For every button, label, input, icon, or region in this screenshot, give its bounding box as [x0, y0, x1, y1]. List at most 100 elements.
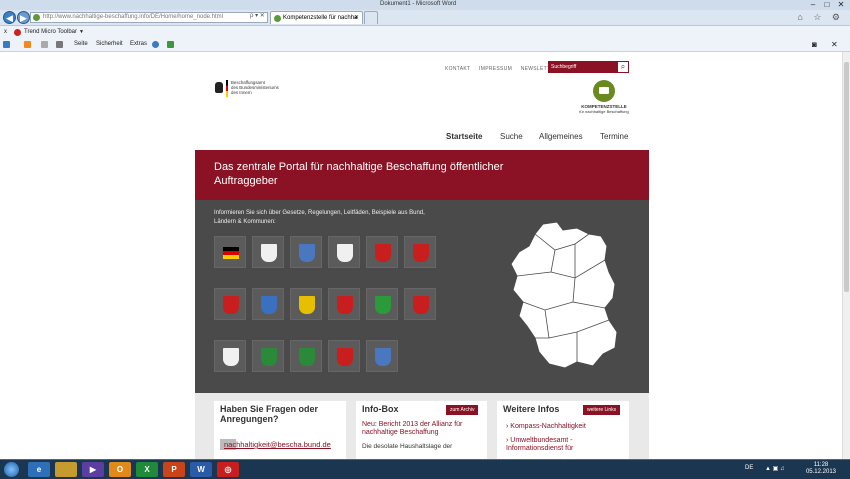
- state-crest-icon[interactable]: [328, 340, 360, 372]
- email-link[interactable]: nachhaltigkeit@bescha.bund.de: [224, 440, 331, 449]
- coat-of-arms-icon: [299, 244, 315, 262]
- state-crest-icon[interactable]: [366, 236, 398, 268]
- taskbar-trendmicro-icon[interactable]: ◎: [217, 462, 239, 477]
- help-icon[interactable]: [152, 41, 159, 48]
- windows-taskbar: e ▶ O X P W ◎ DE ▲ ▣ ♫ 11:28 05.12.2013: [0, 459, 850, 479]
- toolbar-close-right-icon[interactable]: ✕: [831, 38, 838, 51]
- back-button[interactable]: ◀: [3, 11, 16, 24]
- taskbar-excel-icon[interactable]: X: [136, 462, 158, 477]
- coat-of-arms-icon: [261, 296, 277, 314]
- print-icon[interactable]: [56, 41, 63, 48]
- taskbar-powerpoint-icon[interactable]: P: [163, 462, 185, 477]
- site-search[interactable]: Suchbegriff ⌕: [548, 61, 629, 73]
- close-window-button[interactable]: ✕: [834, 1, 848, 9]
- link-kontakt[interactable]: KONTAKT: [445, 66, 470, 72]
- state-crest-icon[interactable]: [328, 236, 360, 268]
- language-indicator[interactable]: DE: [745, 465, 753, 471]
- kz-subtitle: für nachhaltige Beschaffung: [579, 109, 629, 114]
- taskbar-ie-icon[interactable]: e: [28, 462, 50, 477]
- state-crest-icon[interactable]: [252, 340, 284, 372]
- coat-of-arms-icon: [413, 244, 429, 262]
- scrollbar-thumb[interactable]: [844, 62, 849, 292]
- clock-time: 11:28: [813, 462, 829, 468]
- browser-tools-icons[interactable]: ⌂ ☆ ⚙: [797, 12, 844, 23]
- toolbar-close-icon[interactable]: x: [4, 26, 7, 38]
- state-crest-icon[interactable]: [214, 236, 246, 268]
- links-box: Weitere Infos weitere Links Kompass-Nach…: [497, 401, 629, 459]
- clock[interactable]: 11:28 05.12.2013: [806, 462, 836, 476]
- chevron-down-icon[interactable]: ▼: [79, 26, 84, 38]
- state-crest-icon[interactable]: [290, 288, 322, 320]
- addon-icon[interactable]: [167, 41, 174, 48]
- link-umweltbundesamt[interactable]: Umweltbundesamt - Informationsdienst für: [506, 437, 626, 453]
- search-icon[interactable]: ⌕: [617, 61, 629, 73]
- kompetenzstelle-logo[interactable]: KOMPETENZSTELLE für nachhaltige Beschaff…: [574, 80, 634, 114]
- mail-icon[interactable]: [41, 41, 48, 48]
- coat-of-arms-icon: [261, 348, 277, 366]
- coat-of-arms-icon: [223, 348, 239, 366]
- nav-startseite[interactable]: Startseite: [446, 132, 482, 141]
- state-crest-icon[interactable]: [252, 288, 284, 320]
- state-crest-icon[interactable]: [214, 288, 246, 320]
- link-kompass[interactable]: Kompass-Nachhaltigkeit: [506, 423, 585, 431]
- tab-label: Kompetenzstelle für nachha: [283, 15, 358, 21]
- address-bar[interactable]: http://www.nachhaltige-beschaffung.info/…: [30, 12, 268, 23]
- menu-sicherheit[interactable]: Sicherheit: [96, 38, 123, 51]
- germany-map[interactable]: [505, 220, 625, 370]
- menu-seite[interactable]: Seite: [74, 38, 88, 51]
- rss-icon[interactable]: [24, 41, 31, 48]
- taskbar-media-icon[interactable]: ▶: [82, 462, 104, 477]
- tab-active[interactable]: Kompetenzstelle für nachha ✕: [270, 11, 363, 24]
- nav-termine[interactable]: Termine: [600, 132, 628, 141]
- coat-of-arms-icon: [223, 296, 239, 314]
- favorites-icon[interactable]: [3, 41, 10, 48]
- kompetenzstelle-icon: [593, 80, 615, 102]
- state-crest-icon[interactable]: [366, 340, 398, 372]
- taskbar-explorer-icon[interactable]: [55, 462, 77, 477]
- state-crest-icon[interactable]: [252, 236, 284, 268]
- info-title: Info-Box: [362, 404, 399, 414]
- coat-of-arms-icon: [337, 296, 353, 314]
- state-crest-icon[interactable]: [290, 236, 322, 268]
- coat-of-arms-icon: [375, 244, 391, 262]
- state-crest-icon[interactable]: [404, 288, 436, 320]
- compat-view-icon[interactable]: ◙: [812, 38, 817, 51]
- coat-of-arms-icon: [261, 244, 277, 262]
- state-crest-icon[interactable]: [290, 340, 322, 372]
- tab-close-icon[interactable]: ✕: [354, 12, 359, 24]
- state-crest-icon[interactable]: [366, 288, 398, 320]
- nav-allgemeines[interactable]: Allgemeines: [539, 132, 583, 141]
- coat-of-arms-icon: [375, 296, 391, 314]
- state-crest-icon[interactable]: [328, 288, 360, 320]
- taskbar-outlook-icon[interactable]: O: [109, 462, 131, 477]
- tab-favicon-icon: [274, 15, 281, 22]
- germany-outline[interactable]: [510, 221, 618, 369]
- coat-of-arms-icon: [337, 244, 353, 262]
- forward-button[interactable]: ▶: [17, 11, 30, 24]
- zum-archiv-button[interactable]: zum Archiv: [446, 405, 479, 415]
- tray-icons[interactable]: ▲ ▣ ♫: [765, 465, 784, 472]
- info-headline-link[interactable]: Neu: Bericht 2013 der Allianz für nachha…: [362, 421, 484, 437]
- window-title: Dokument1 - Microsoft Word: [380, 1, 457, 7]
- hero-banner: Das zentrale Portal für nachhaltige Besc…: [195, 150, 649, 200]
- nav-suche[interactable]: Suche: [500, 132, 523, 141]
- new-tab-button[interactable]: [364, 11, 378, 24]
- start-button[interactable]: [4, 462, 19, 477]
- state-crest-icon[interactable]: [214, 340, 246, 372]
- info-text: Die desolate Haushaltslage der: [362, 443, 453, 450]
- weitere-links-button[interactable]: weitere Links: [583, 405, 621, 415]
- vertical-scrollbar[interactable]: [842, 52, 850, 459]
- state-crest-icon[interactable]: [404, 236, 436, 268]
- maximize-button[interactable]: □: [820, 1, 834, 9]
- german-flag-bar: [226, 80, 228, 97]
- menu-extras[interactable]: Extras: [130, 38, 147, 51]
- search-input[interactable]: Suchbegriff: [551, 64, 576, 70]
- link-impressum[interactable]: IMPRESSUM: [479, 66, 512, 72]
- address-bar-actions[interactable]: ρ ▾ ✕: [250, 12, 265, 19]
- trend-micro-label[interactable]: Trend Micro Toolbar: [24, 26, 77, 38]
- coat-of-arms-icon: [299, 348, 315, 366]
- taskbar-word-icon[interactable]: W: [190, 462, 212, 477]
- site-favicon-icon: [33, 14, 40, 21]
- info-box: Info-Box zum Archiv Neu: Bericht 2013 de…: [356, 401, 487, 459]
- minimize-button[interactable]: –: [806, 1, 820, 9]
